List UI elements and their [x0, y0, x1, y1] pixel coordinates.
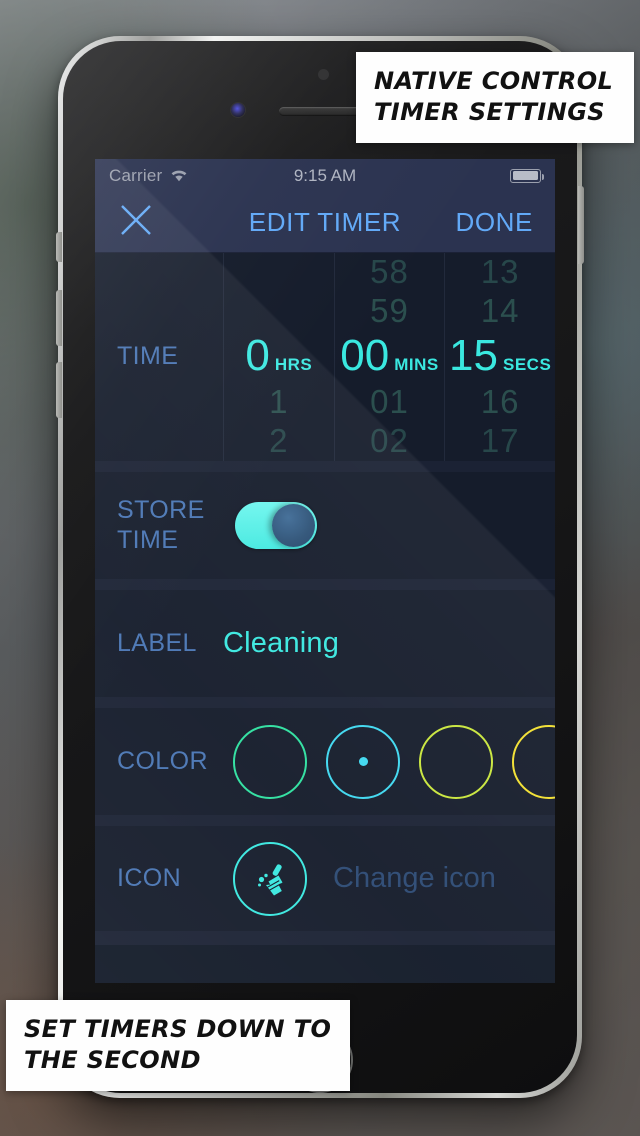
- caption-top: NATIVE CONTROL TIMER SETTINGS: [356, 52, 634, 144]
- row-divider: [95, 931, 555, 945]
- seconds-value: 15: [449, 331, 498, 380]
- status-bar-right: [510, 168, 544, 183]
- icon-row: ICON Change icon: [95, 826, 555, 931]
- minutes-value: 00: [340, 331, 390, 380]
- row-divider: [95, 579, 555, 590]
- row-divider: [95, 461, 555, 472]
- battery-cap: [541, 173, 544, 180]
- picker-selected-minutes[interactable]: 00 MINS: [340, 331, 438, 383]
- silent-switch[interactable]: [56, 232, 62, 262]
- swatch-selected-dot: [358, 757, 368, 766]
- picker-item[interactable]: 2: [269, 422, 288, 461]
- picker-item[interactable]: 02: [370, 422, 409, 461]
- battery-icon: [510, 168, 544, 183]
- row-divider: [95, 697, 555, 708]
- picker-selected-seconds[interactable]: 15 SECS: [449, 331, 551, 383]
- navigation-bar: EDIT TIMER DONE: [95, 192, 555, 253]
- picker-column-minutes[interactable]: 58 59 00 MINS 01 02: [333, 253, 445, 461]
- picker-item[interactable]: 1: [269, 383, 288, 422]
- list-bottom-spacer: [95, 945, 555, 983]
- row-divider: [95, 815, 555, 826]
- change-icon-label[interactable]: Change icon: [333, 862, 496, 895]
- time-picker[interactable]: 0 HRS 1 2 58 59 00 MINS 01 02 13 14 15 S…: [223, 253, 555, 461]
- picker-item[interactable]: 14: [481, 292, 520, 331]
- picker-item[interactable]: 59: [370, 292, 409, 331]
- picker-item[interactable]: 01: [370, 383, 409, 422]
- label-row-label: LABEL: [117, 628, 197, 657]
- color-swatch-cyan-selected[interactable]: [326, 724, 400, 799]
- volume-up-button[interactable]: [56, 290, 62, 346]
- proximity-sensor-icon: [318, 69, 329, 80]
- battery-fill: [512, 171, 538, 180]
- caption-bottom-line1: SET TIMERS DOWN TO: [24, 1015, 332, 1043]
- picker-column-hours[interactable]: 0 HRS 1 2: [223, 253, 334, 461]
- picker-item[interactable]: 16: [481, 383, 520, 422]
- store-time-label-line2: TIME: [117, 525, 179, 554]
- seconds-unit: SECS: [503, 355, 552, 374]
- power-button[interactable]: [578, 186, 584, 264]
- icon-row-label: ICON: [117, 863, 182, 892]
- color-row-label: COLOR: [117, 746, 208, 775]
- color-swatch-list: [223, 724, 555, 799]
- time-row-label: TIME: [117, 342, 179, 371]
- store-time-row: STORE TIME: [95, 472, 555, 579]
- picker-column-seconds[interactable]: 13 14 15 SECS 16 17: [444, 253, 555, 461]
- hours-unit: HRS: [274, 355, 313, 374]
- picker-selected-hours[interactable]: 0 HRS: [245, 331, 312, 383]
- store-time-label: STORE TIME: [95, 496, 223, 555]
- close-icon[interactable]: [117, 201, 155, 244]
- broom-icon[interactable]: [233, 841, 307, 916]
- label-value-field[interactable]: Cleaning: [223, 627, 339, 660]
- picker-item[interactable]: 17: [481, 422, 520, 461]
- caption-bottom: SET TIMERS DOWN TO THE SECOND: [6, 1000, 350, 1092]
- store-time-label-line1: STORE: [117, 496, 205, 524]
- label-row: LABEL Cleaning: [95, 590, 555, 697]
- phone-device: Carrier 9:15 AM EDIT TIMER DONE TIME 0 H…: [56, 36, 584, 1098]
- minutes-unit: MINS: [394, 355, 439, 374]
- status-bar: Carrier 9:15 AM: [95, 159, 555, 192]
- hours-value: 0: [245, 331, 270, 380]
- phone-bezel: Carrier 9:15 AM EDIT TIMER DONE TIME 0 H…: [63, 41, 577, 1093]
- color-row: COLOR: [95, 708, 555, 815]
- toggle-knob: [272, 504, 315, 547]
- caption-top-line1: NATIVE CONTROL: [374, 67, 614, 95]
- color-swatch-yellow[interactable]: [512, 724, 555, 799]
- status-bar-clock: 9:15 AM: [293, 165, 357, 185]
- phone-screen: Carrier 9:15 AM EDIT TIMER DONE TIME 0 H…: [95, 159, 555, 983]
- time-row: TIME 0 HRS 1 2 58 59 00 MINS 01 02 13 14…: [95, 253, 555, 461]
- caption-top-line2: TIMER SETTINGS: [374, 97, 605, 126]
- settings-list: TIME 0 HRS 1 2 58 59 00 MINS 01 02 13 14…: [95, 253, 555, 983]
- volume-down-button[interactable]: [56, 362, 62, 418]
- color-swatch-green[interactable]: [233, 724, 307, 799]
- store-time-toggle[interactable]: [235, 502, 317, 549]
- picker-item[interactable]: 13: [481, 253, 520, 292]
- picker-item[interactable]: 58: [370, 253, 409, 292]
- color-swatch-yellowgreen[interactable]: [419, 724, 493, 799]
- done-button[interactable]: DONE: [455, 207, 533, 238]
- caption-bottom-line2: THE SECOND: [24, 1045, 201, 1074]
- front-camera-icon: [231, 103, 245, 117]
